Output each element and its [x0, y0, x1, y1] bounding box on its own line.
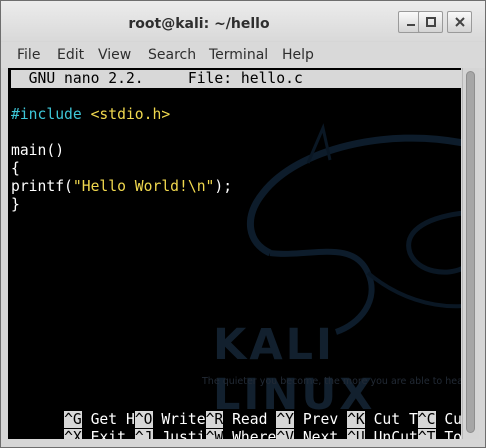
shortcut-key: ^X	[64, 429, 82, 439]
kali-slogan: The quieter you become, the more you are…	[202, 376, 461, 387]
maximize-icon	[425, 17, 436, 27]
code-line-main: main()	[11, 142, 65, 159]
menu-terminal[interactable]: Terminal	[209, 47, 268, 63]
shortcut-row-1: ^G Get H^O Write^R Read ^Y Prev ^K Cut T…	[11, 393, 461, 428]
close-icon	[454, 17, 465, 27]
shortcut-key: ^V	[276, 429, 294, 439]
terminal-area[interactable]: KALI LINUX The quieter you become, the m…	[8, 68, 461, 439]
printf-prefix: printf(	[11, 178, 73, 195]
window-title: root@kali: ~/hello	[128, 16, 270, 32]
menu-view[interactable]: View	[98, 47, 131, 63]
menu-edit[interactable]: Edit	[57, 47, 84, 63]
shortcut-key: ^J	[134, 429, 153, 439]
terminal-scrollbar[interactable]	[462, 68, 479, 439]
title-bar[interactable]: root@kali: ~/hello	[1, 1, 485, 41]
scrollbar-thumb[interactable]	[466, 71, 475, 433]
shortcut-key: ^W	[205, 429, 224, 439]
code-line-include: #include <stdio.h>	[11, 106, 170, 124]
shortcut-row-2: ^X Exit ^J Justi^W Where^V Next ^U UnCut…	[11, 411, 461, 439]
shortcut-label: Exit	[81, 429, 135, 439]
shortcut-label: Where	[223, 429, 277, 439]
close-button[interactable]	[447, 11, 472, 33]
printf-string: "Hello World!\n"	[72, 178, 215, 195]
menu-help[interactable]: Help	[282, 47, 314, 63]
maximize-button[interactable]	[418, 11, 443, 33]
nano-header-bar: GNU nano 2.2. File: hello.c	[11, 70, 461, 88]
include-header: <stdio.h>	[90, 106, 171, 123]
shortcut-label: Justi	[152, 429, 206, 439]
shortcut-key: ^T	[417, 429, 436, 439]
menu-bar: File Edit View Search Terminal Help	[1, 42, 485, 68]
minimize-icon	[406, 24, 415, 26]
terminal-window: root@kali: ~/hello File Edit View Search…	[0, 0, 486, 448]
menu-search[interactable]: Search	[148, 47, 196, 63]
shortcut-key: ^U	[347, 429, 365, 439]
shortcut-label: UnCut	[364, 429, 418, 439]
code-line-printf: printf("Hello World!\n");	[11, 178, 232, 196]
menu-file[interactable]: File	[17, 47, 40, 63]
shortcut-label: Next	[294, 429, 348, 439]
code-line-close-brace: }	[11, 196, 20, 213]
printf-suffix: );	[214, 178, 233, 195]
shortcut-label: To Spel	[444, 429, 461, 439]
include-directive: #include	[11, 106, 82, 123]
code-line-open-brace: {	[11, 160, 20, 177]
